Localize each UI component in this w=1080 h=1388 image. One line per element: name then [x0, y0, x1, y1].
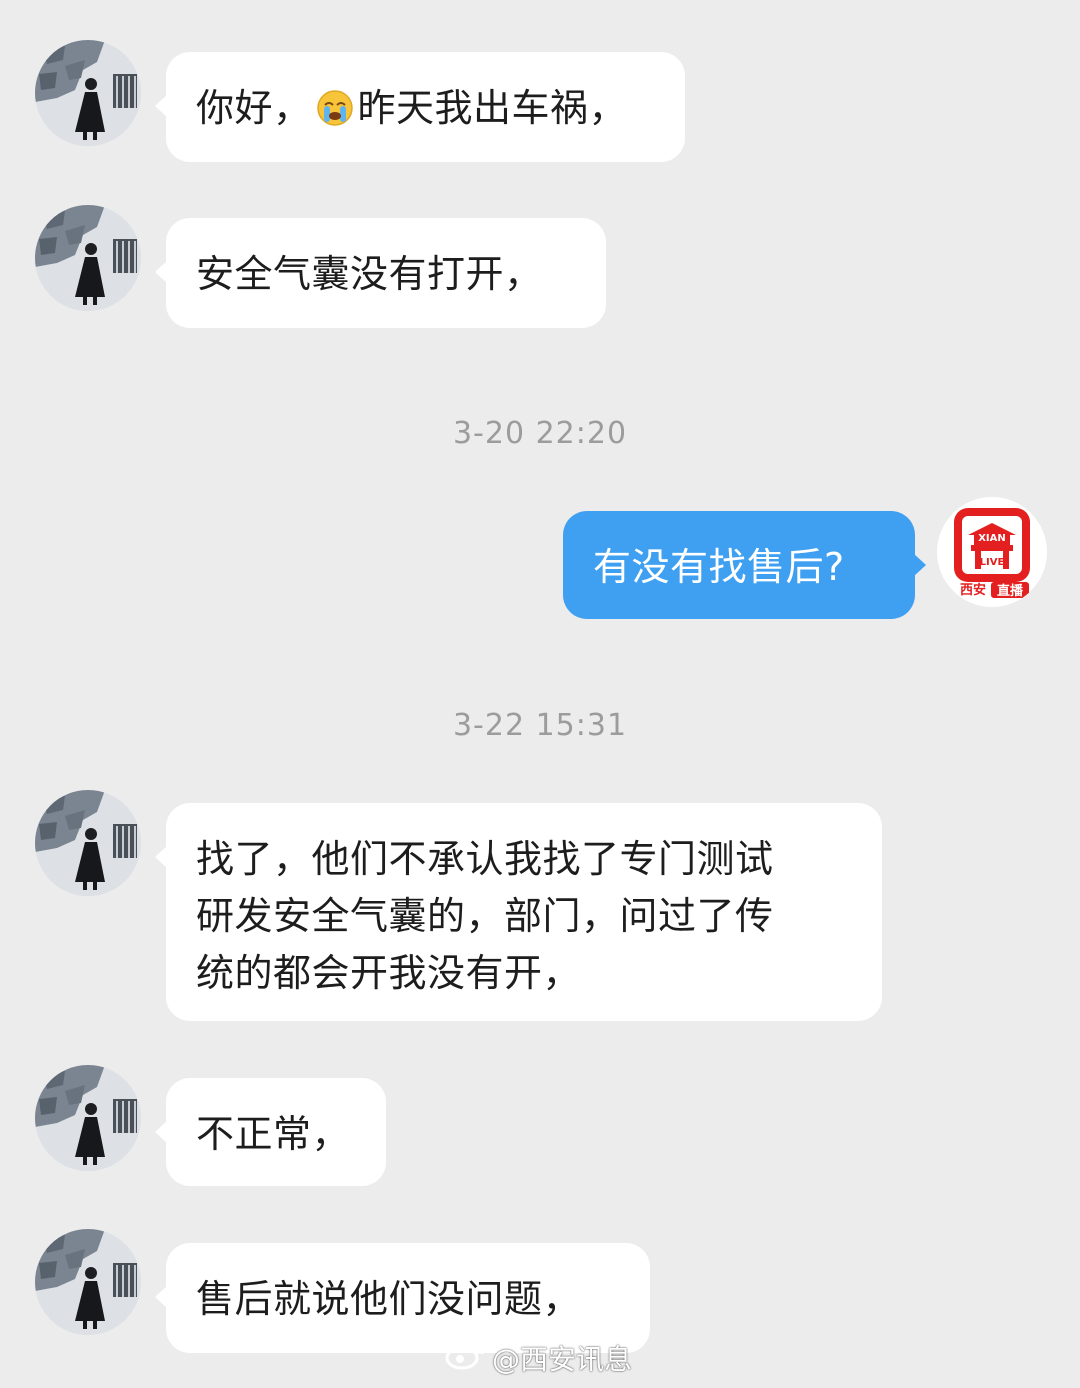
message-timestamp: 3-20 22:20 [452, 416, 628, 451]
message-text: 有没有找售后? [593, 545, 845, 589]
logo-text-live: LIVE [980, 557, 1005, 568]
message-text-line: 找了，他们不承认我找了专门测试 [196, 837, 774, 881]
message-text-line: 统的都会开我没有开， [196, 951, 582, 995]
logo-text-xian: XIAN [978, 533, 1006, 544]
logo-caption-left: 西安 [960, 582, 986, 598]
contact-avatar[interactable] [35, 205, 141, 311]
message-text-line: 研发安全气囊的，部门，问过了传 [196, 894, 774, 938]
message-text: 安全气囊没有打开， [196, 252, 543, 296]
message-bubble[interactable]: 售后就说他们没问题， [155, 1243, 650, 1353]
contact-avatar[interactable] [35, 1229, 141, 1335]
message-bubble[interactable]: 安全气囊没有打开， [155, 218, 606, 328]
message-timestamp: 3-22 15:31 [452, 708, 628, 743]
message-text: 售后就说他们没问题， [196, 1277, 582, 1321]
watermark-text: @西安讯息 [492, 1343, 633, 1376]
message-bubble[interactable]: 不正常， [155, 1078, 386, 1186]
contact-avatar[interactable] [35, 40, 141, 146]
logo-caption-right: 直播 [997, 583, 1024, 599]
message-text: 你好， [196, 86, 312, 130]
crying-face-icon [316, 86, 354, 126]
message-text: 不正常， [196, 1112, 351, 1156]
weibo-icon [444, 1340, 486, 1377]
station-logo-avatar[interactable]: XIAN LIVE 西安 直播 [937, 497, 1047, 607]
message-bubble-outgoing[interactable]: 有没有找售后? [563, 511, 926, 619]
message-text: 昨天我出车祸， [357, 86, 628, 130]
contact-avatar[interactable] [35, 1065, 141, 1171]
message-bubble[interactable]: 找了，他们不承认我找了专门测试 研发安全气囊的，部门，问过了传 统的都会开我没有… [155, 803, 882, 1021]
weibo-watermark: @西安讯息 [444, 1338, 632, 1378]
message-bubble[interactable]: 你好， 昨天我出车祸， [155, 52, 685, 162]
contact-avatar[interactable] [35, 790, 141, 896]
